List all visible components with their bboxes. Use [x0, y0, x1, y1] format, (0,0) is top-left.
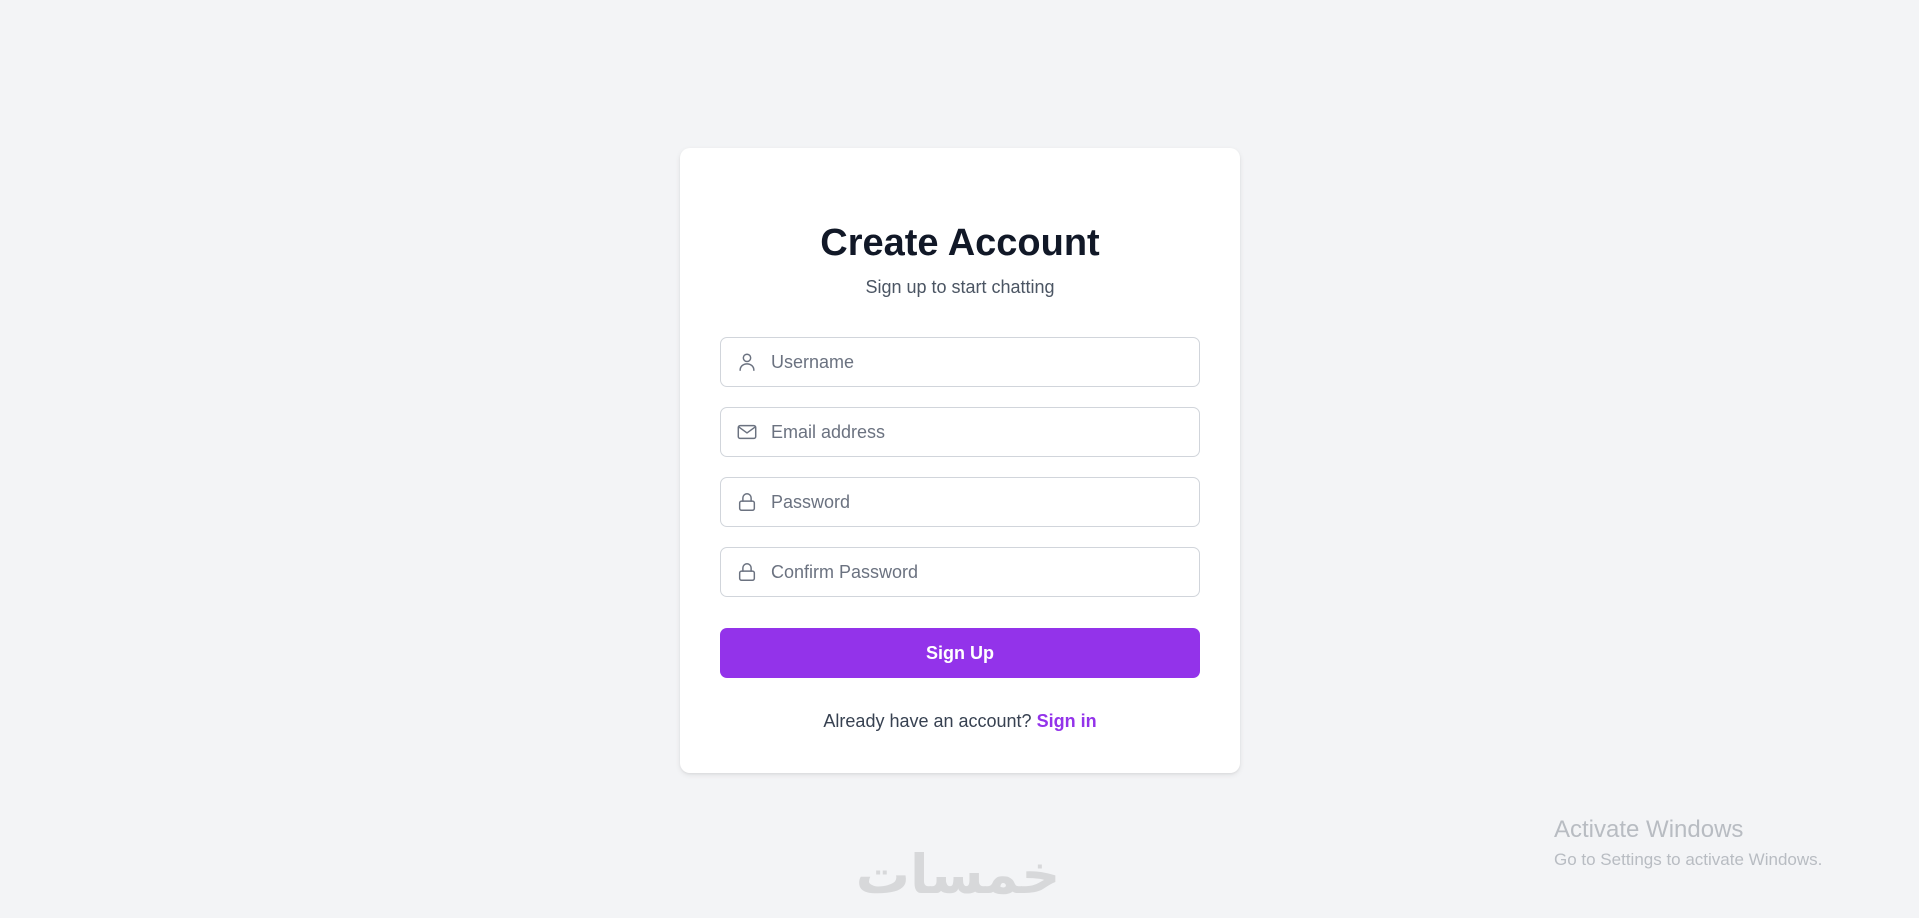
password-field[interactable] [720, 477, 1200, 527]
email-field[interactable] [720, 407, 1200, 457]
signin-prompt-text: Already have an account? [823, 711, 1037, 731]
username-input[interactable] [771, 338, 1199, 386]
confirm-password-input[interactable] [771, 548, 1199, 596]
password-input[interactable] [771, 478, 1199, 526]
page-title: Create Account [820, 222, 1100, 264]
user-icon [735, 350, 759, 374]
activation-body: Go to Settings to activate Windows. [1554, 850, 1823, 869]
lock-icon [735, 490, 759, 514]
email-input[interactable] [771, 408, 1199, 456]
windows-activation-notice: Activate Windows Go to Settings to activ… [1554, 816, 1822, 872]
lock-icon [735, 560, 759, 584]
confirm-password-field[interactable] [720, 547, 1200, 597]
activation-title: Activate Windows [1554, 816, 1744, 843]
watermark-text: خمسات [856, 845, 1061, 905]
mail-icon [735, 420, 759, 444]
signup-card: Create Account Sign up to start chatting [680, 148, 1240, 773]
site-watermark-logo: خمسات [856, 845, 1061, 905]
username-field[interactable] [720, 337, 1200, 387]
signin-prompt: Already have an account? Sign in [680, 711, 1240, 732]
page-subtitle: Sign up to start chatting [865, 277, 1055, 297]
sign-in-link[interactable]: Sign in [1037, 711, 1097, 731]
sign-up-button[interactable]: Sign Up [720, 628, 1200, 678]
